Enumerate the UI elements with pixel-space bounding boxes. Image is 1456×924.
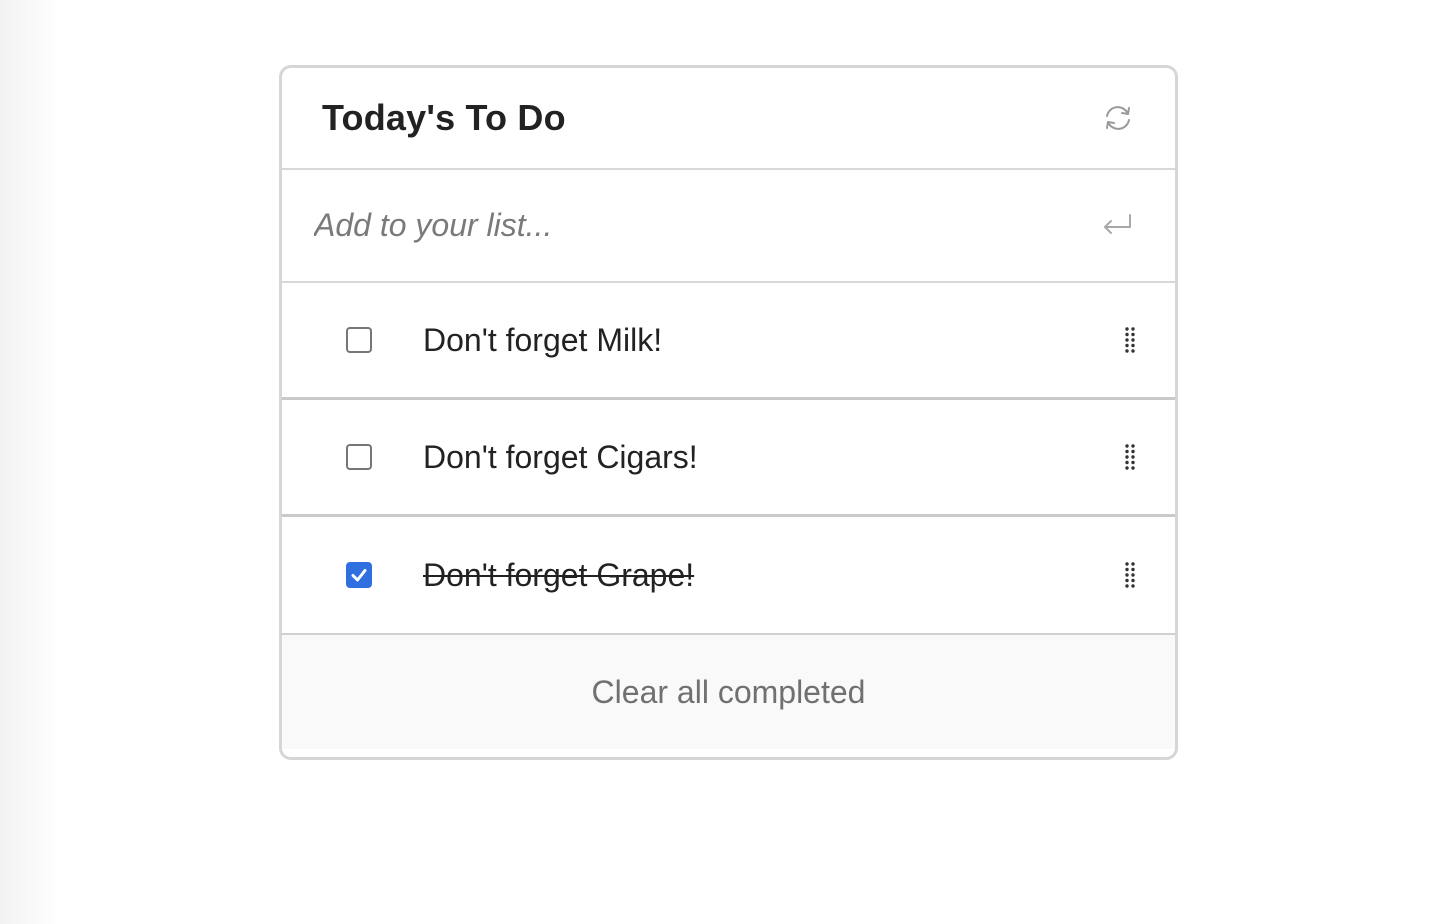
refresh-button[interactable] <box>1101 101 1135 135</box>
todo-item: Don't forget Cigars! <box>282 400 1175 517</box>
todo-checkbox[interactable] <box>346 444 372 470</box>
todo-checkbox-checked[interactable] <box>346 562 372 588</box>
todo-item-label: Don't forget Cigars! <box>423 438 698 475</box>
refresh-icon <box>1106 106 1130 130</box>
todo-item-label-completed: Don't forget Grape! <box>423 556 695 593</box>
page-edge-shadow <box>0 0 60 924</box>
drag-handle-icon <box>1125 327 1135 353</box>
drag-handle[interactable] <box>1123 442 1137 472</box>
todo-footer: Clear all completed <box>282 635 1175 749</box>
todo-header: Today's To Do <box>282 68 1175 170</box>
todo-item: Don't forget Milk! <box>282 283 1175 400</box>
enter-return-icon <box>1104 213 1131 234</box>
page-title: Today's To Do <box>322 97 566 138</box>
add-item-input[interactable] <box>314 200 1099 251</box>
checkmark-icon <box>351 569 367 582</box>
drag-handle[interactable] <box>1123 560 1137 590</box>
drag-handle[interactable] <box>1123 325 1137 355</box>
add-item-row <box>282 170 1175 283</box>
todo-card: Today's To Do Don't forget Milk! <box>279 65 1178 760</box>
add-item-submit-button[interactable] <box>1099 208 1135 244</box>
drag-handle-icon <box>1125 444 1135 470</box>
todo-item: Don't forget Grape! <box>282 517 1175 635</box>
todo-item-label: Don't forget Milk! <box>423 321 663 358</box>
todo-checkbox[interactable] <box>346 327 372 353</box>
clear-completed-button[interactable]: Clear all completed <box>586 673 872 712</box>
drag-handle-icon <box>1125 562 1135 588</box>
